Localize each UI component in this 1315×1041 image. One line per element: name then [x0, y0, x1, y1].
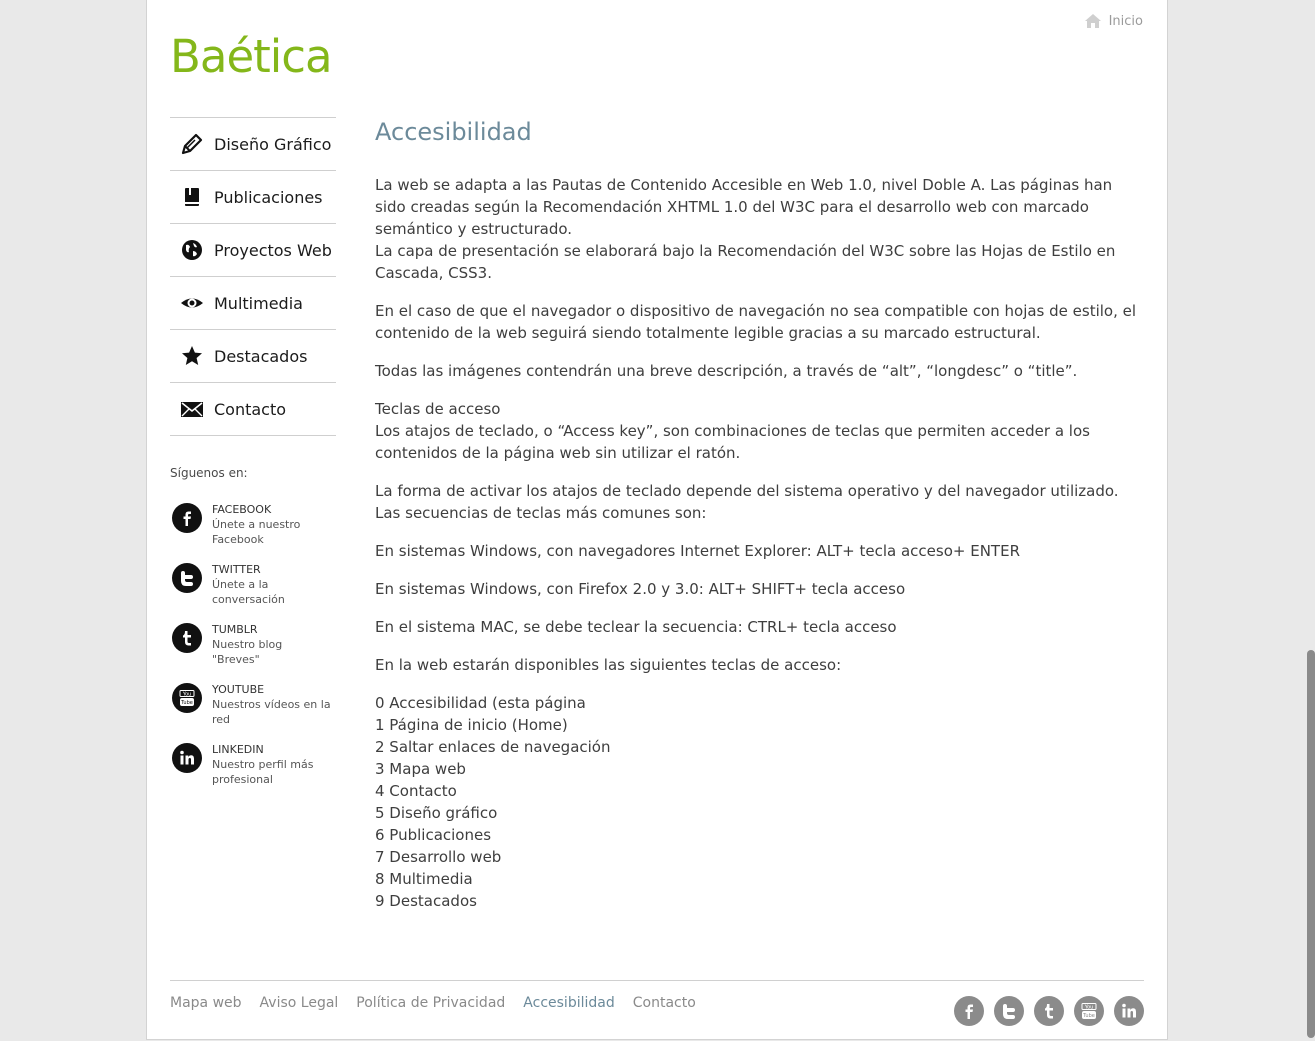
footer-link-accesibilidad[interactable]: Accesibilidad — [523, 995, 614, 1011]
social-desc: red — [212, 713, 231, 726]
main-content: Accesibilidad La web se adapta a las Pau… — [375, 116, 1145, 912]
svg-text:Tube: Tube — [180, 700, 193, 706]
page-title: Accesibilidad — [375, 118, 532, 146]
content-paragraph: En el caso de que el navegador o disposi… — [375, 302, 1137, 342]
scrollbar-thumb[interactable] — [1307, 650, 1315, 1038]
social-desc: Nuestro blog — [212, 638, 283, 651]
tumblr-icon — [172, 623, 202, 653]
social-item-twitter[interactable]: TWITTER Únete a la conversación — [172, 562, 332, 622]
home-icon — [1084, 14, 1101, 28]
linkedin-icon[interactable] — [1114, 996, 1144, 1026]
home-link-label: Inicio — [1108, 13, 1143, 29]
nav-item-publicaciones[interactable]: Publicaciones — [170, 171, 336, 224]
footer-link-aviso-legal[interactable]: Aviso Legal — [260, 995, 339, 1011]
social-desc: conversación — [212, 593, 285, 606]
social-list: FACEBOOK Únete a nuestro Facebook TWITTE… — [172, 502, 332, 802]
site-logo[interactable]: Baética — [170, 30, 333, 83]
content-paragraph: Todas las imágenes contendrán una breve … — [375, 362, 1078, 380]
eye-icon — [170, 291, 214, 315]
nav-item-multimedia[interactable]: Multimedia — [170, 277, 336, 330]
globe-icon — [170, 238, 214, 262]
home-link[interactable]: Inicio — [1084, 13, 1143, 29]
youtube-icon[interactable]: You Tube — [1074, 996, 1104, 1026]
social-desc: "Breves" — [212, 653, 260, 666]
footer-link-privacidad[interactable]: Política de Privacidad — [356, 995, 505, 1011]
footer: Mapa web Aviso Legal Política de Privaci… — [170, 980, 1144, 1039]
list-item: 4 Contacto — [375, 782, 457, 800]
twitter-icon — [172, 563, 202, 593]
svg-text:You: You — [182, 692, 192, 698]
nav-item-label: Contacto — [214, 399, 287, 419]
page-container: Baética Inicio Diseño Gráfico Publicacio… — [146, 0, 1168, 1040]
social-desc: profesional — [212, 773, 273, 786]
nav-item-proyectos-web[interactable]: Proyectos Web — [170, 224, 336, 277]
list-item: 2 Saltar enlaces de navegación — [375, 738, 611, 756]
list-item: 6 Publicaciones — [375, 826, 492, 844]
nav-item-diseno-grafico[interactable]: Diseño Gráfico — [170, 118, 336, 171]
list-item: 9 Destacados — [375, 892, 477, 910]
list-item: 0 Accesibilidad (esta página — [375, 694, 586, 712]
social-name: LINKEDIN — [212, 743, 264, 756]
social-item-youtube[interactable]: You Tube YOUTUBE Nuestros vídeos en la re… — [172, 682, 332, 742]
content-paragraph: En la web estarán disponibles las siguie… — [375, 656, 842, 674]
list-item: 7 Desarrollo web — [375, 848, 502, 866]
content-paragraph: En el sistema MAC, se debe teclear la se… — [375, 618, 897, 636]
main-nav: Diseño Gráfico Publicaciones Proyectos W… — [170, 117, 336, 436]
list-item: 8 Multimedia — [375, 870, 473, 888]
nav-item-label: Publicaciones — [214, 187, 323, 207]
footer-links: Mapa web Aviso Legal Política de Privaci… — [170, 995, 696, 1011]
linkedin-icon — [172, 743, 202, 773]
paragraph-text: Los atajos de teclado, o “Access key”, s… — [375, 422, 1090, 462]
list-item: 1 Página de inicio (Home) — [375, 716, 568, 734]
social-name: FACEBOOK — [212, 503, 272, 516]
paragraph-text: La capa de presentación se elaborará baj… — [375, 242, 1116, 282]
envelope-icon — [170, 397, 214, 421]
content-paragraph: Teclas de acceso Los atajos de teclado, … — [375, 398, 1145, 464]
pencil-icon — [170, 132, 214, 156]
social-name: TUMBLR — [212, 623, 258, 636]
access-keys-list: 0 Accesibilidad (esta página 1 Página de… — [375, 692, 1145, 912]
social-desc: Nuestro perfil más — [212, 758, 314, 771]
social-item-tumblr[interactable]: TUMBLR Nuestro blog "Breves" — [172, 622, 332, 682]
paragraph-text: La forma de activar los atajos de teclad… — [375, 482, 1119, 500]
paragraph-text: Las secuencias de teclas más comunes son… — [375, 504, 707, 522]
nav-item-label: Proyectos Web — [214, 240, 332, 260]
social-desc: Únete a nuestro — [212, 518, 301, 531]
section-subtitle: Teclas de acceso — [375, 400, 501, 418]
paragraph-text: La web se adapta a las Pautas de Conteni… — [375, 176, 1113, 238]
facebook-icon[interactable] — [954, 996, 984, 1026]
social-name: TWITTER — [212, 563, 261, 576]
social-item-facebook[interactable]: FACEBOOK Únete a nuestro Facebook — [172, 502, 332, 562]
nav-item-contacto[interactable]: Contacto — [170, 383, 336, 436]
book-icon — [170, 185, 214, 209]
youtube-icon: You Tube — [172, 683, 202, 713]
footer-social-icons: You Tube — [954, 996, 1144, 1026]
nav-item-label: Destacados — [214, 346, 308, 366]
content-paragraph: La forma de activar los atajos de teclad… — [375, 480, 1145, 524]
svg-text:Tube: Tube — [1082, 1013, 1095, 1019]
nav-item-label: Multimedia — [214, 293, 303, 313]
follow-title: Síguenos en: — [170, 466, 248, 480]
content-paragraph: En sistemas Windows, con navegadores Int… — [375, 542, 1020, 560]
social-item-linkedin[interactable]: LINKEDIN Nuestro perfil más profesional — [172, 742, 332, 802]
social-desc: Facebook — [212, 533, 264, 546]
list-item: 3 Mapa web — [375, 760, 466, 778]
facebook-icon — [172, 503, 202, 533]
svg-text:You: You — [1084, 1005, 1094, 1011]
nav-item-destacados[interactable]: Destacados — [170, 330, 336, 383]
footer-link-contacto[interactable]: Contacto — [633, 995, 696, 1011]
nav-item-label: Diseño Gráfico — [214, 134, 332, 154]
content-paragraph: La web se adapta a las Pautas de Conteni… — [375, 174, 1145, 284]
footer-link-mapa-web[interactable]: Mapa web — [170, 995, 242, 1011]
tumblr-icon[interactable] — [1034, 996, 1064, 1026]
social-desc: Nuestros vídeos en la — [212, 698, 331, 711]
twitter-icon[interactable] — [994, 996, 1024, 1026]
social-name: YOUTUBE — [212, 683, 265, 696]
list-item: 5 Diseño gráfico — [375, 804, 498, 822]
star-icon — [170, 344, 214, 368]
social-desc: Únete a la — [212, 578, 269, 591]
content-paragraph: En sistemas Windows, con Firefox 2.0 y 3… — [375, 580, 906, 598]
